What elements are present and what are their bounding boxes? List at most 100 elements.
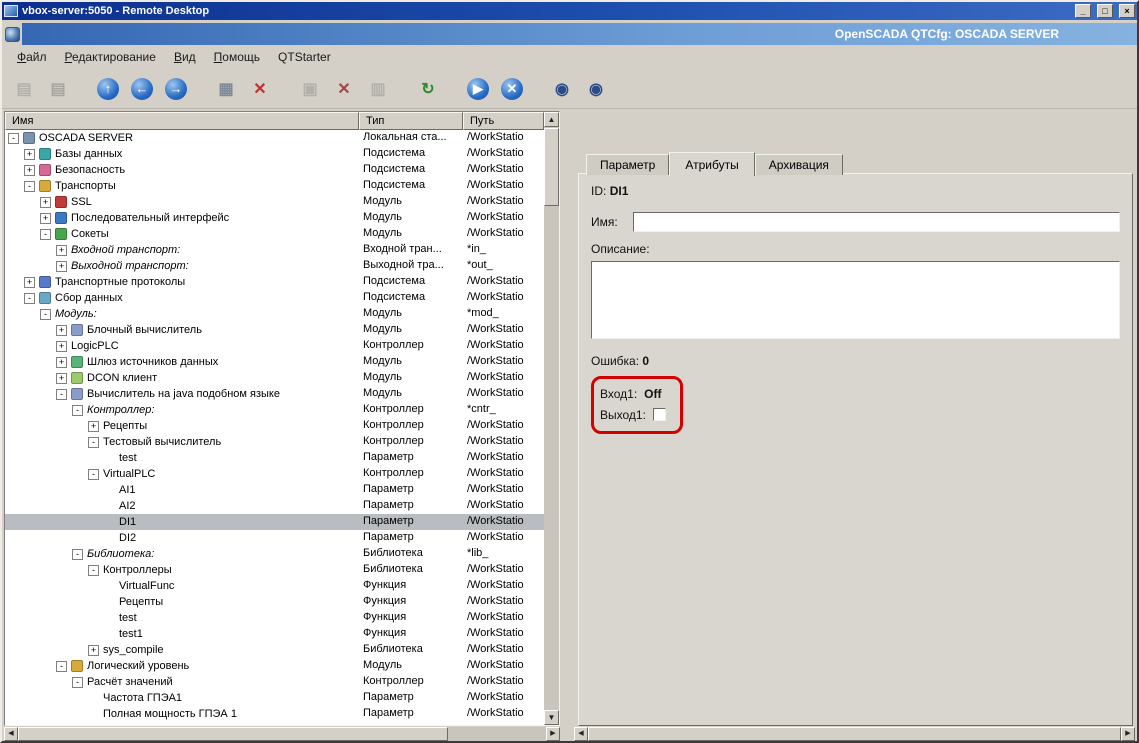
tree-row[interactable]: -Логический уровеньМодуль/WorkStatio xyxy=(5,658,544,674)
expand-icon[interactable]: + xyxy=(88,421,99,432)
tree-vertical-scrollbar[interactable]: ▲ ▼ xyxy=(544,112,559,725)
up-button[interactable]: ↑ xyxy=(94,75,122,103)
expand-icon[interactable]: + xyxy=(56,261,67,272)
tree-row[interactable]: +Блочный вычислительМодуль/WorkStatio xyxy=(5,322,544,338)
collapse-icon[interactable]: - xyxy=(24,181,35,192)
expand-icon[interactable]: + xyxy=(56,373,67,384)
stop-button[interactable]: ✕ xyxy=(498,75,526,103)
add-item-button[interactable]: ▦ xyxy=(212,75,240,103)
pane-splitter[interactable] xyxy=(560,111,574,726)
scroll-left-icon[interactable]: ◀ xyxy=(574,727,588,741)
tree-row[interactable]: -Модуль:Модуль*mod_ xyxy=(5,306,544,322)
tree-row[interactable]: +Транспортные протоколыПодсистема/WorkSt… xyxy=(5,274,544,290)
scroll-left-icon[interactable]: ◀ xyxy=(4,727,18,741)
name-input[interactable] xyxy=(633,212,1120,232)
outer-titlebar[interactable]: vbox-server:5050 - Remote Desktop _ □ × xyxy=(2,2,1137,20)
collapse-icon[interactable]: - xyxy=(56,661,67,672)
collapse-icon[interactable]: - xyxy=(72,549,83,560)
collapse-icon[interactable]: - xyxy=(88,565,99,576)
tree-row[interactable]: AI2Параметр/WorkStatio xyxy=(5,498,544,514)
tree-row[interactable]: РецептыФункция/WorkStatio xyxy=(5,594,544,610)
back-button[interactable]: ← xyxy=(128,75,156,103)
output1-checkbox[interactable] xyxy=(653,408,666,421)
collapse-icon[interactable]: - xyxy=(40,309,51,320)
collapse-icon[interactable]: - xyxy=(56,389,67,400)
tree-row[interactable]: +LogicPLCКонтроллер/WorkStatio xyxy=(5,338,544,354)
scroll-down-icon[interactable]: ▼ xyxy=(544,710,559,725)
tree-row[interactable]: -СокетыМодуль/WorkStatio xyxy=(5,226,544,242)
tab-archiving[interactable]: Архивация xyxy=(755,154,843,175)
collapse-icon[interactable]: - xyxy=(72,405,83,416)
tree-row[interactable]: +Шлюз источников данныхМодуль/WorkStatio xyxy=(5,354,544,370)
expand-icon[interactable]: + xyxy=(56,245,67,256)
tree-row[interactable]: Полная мощность ГПЭА 1Параметр/WorkStati… xyxy=(5,706,544,722)
minimize-button[interactable]: _ xyxy=(1075,4,1091,18)
expand-icon[interactable]: + xyxy=(56,325,67,336)
collapse-icon[interactable]: - xyxy=(88,437,99,448)
qtstarter-open-button[interactable]: ◉ xyxy=(548,75,576,103)
cut-button[interactable]: ✕ xyxy=(330,75,358,103)
tree-row[interactable]: -VirtualPLCКонтроллер/WorkStatio xyxy=(5,466,544,482)
tree-row[interactable]: +DCON клиентМодуль/WorkStatio xyxy=(5,370,544,386)
tree-row[interactable]: +РецептыКонтроллер/WorkStatio xyxy=(5,418,544,434)
tree-row[interactable]: testПараметр/WorkStatio xyxy=(5,450,544,466)
tree-row[interactable]: -Контроллер:Контроллер*cntr_ xyxy=(5,402,544,418)
tree-horizontal-scrollbar[interactable]: ◀ ▶ xyxy=(4,727,560,741)
tree-hscroll-thumb[interactable] xyxy=(18,727,448,741)
tree-row[interactable]: DI1Параметр/WorkStatio xyxy=(5,514,544,530)
tab-parameter[interactable]: Параметр xyxy=(586,154,669,175)
tree-row[interactable]: +Последовательный интерфейсМодуль/WorkSt… xyxy=(5,210,544,226)
expand-icon[interactable]: + xyxy=(56,341,67,352)
tree-row[interactable]: +БезопасностьПодсистема/WorkStatio xyxy=(5,162,544,178)
expand-icon[interactable]: + xyxy=(24,277,35,288)
detail-hscroll-thumb[interactable] xyxy=(588,727,1121,741)
tree-row[interactable]: +sys_compileБиблиотека/WorkStatio xyxy=(5,642,544,658)
expand-icon[interactable]: + xyxy=(24,149,35,160)
tree-row[interactable]: testФункция/WorkStatio xyxy=(5,610,544,626)
tree-vscroll-thumb[interactable] xyxy=(544,128,559,206)
tree-row[interactable]: -Расчёт значенийКонтроллер/WorkStatio xyxy=(5,674,544,690)
tree-row[interactable]: DI2Параметр/WorkStatio xyxy=(5,530,544,546)
maximize-button[interactable]: □ xyxy=(1097,4,1113,18)
collapse-icon[interactable]: - xyxy=(8,133,19,144)
tree-row[interactable]: +Входной транспорт:Входной тран...*in_ xyxy=(5,242,544,258)
column-header-name[interactable]: Имя xyxy=(5,112,359,130)
menu-item-file[interactable]: Файл xyxy=(8,46,56,68)
tree-row[interactable]: +Выходной транспорт:Выходной тра...*out_ xyxy=(5,258,544,274)
collapse-icon[interactable]: - xyxy=(88,469,99,480)
refresh-button[interactable]: ↻ xyxy=(414,75,442,103)
tree-row[interactable]: -ТранспортыПодсистема/WorkStatio xyxy=(5,178,544,194)
tree-row[interactable]: AI1Параметр/WorkStatio xyxy=(5,482,544,498)
expand-icon[interactable]: + xyxy=(40,213,51,224)
qtstarter-open2-button[interactable]: ◉ xyxy=(582,75,610,103)
column-header-path[interactable]: Путь xyxy=(463,112,544,130)
start-button[interactable]: ▶ xyxy=(464,75,492,103)
forward-button[interactable]: → xyxy=(162,75,190,103)
expand-icon[interactable]: + xyxy=(24,165,35,176)
delete-item-button[interactable]: ✕ xyxy=(246,75,274,103)
scroll-right-icon[interactable]: ▶ xyxy=(1121,727,1135,741)
scroll-up-icon[interactable]: ▲ xyxy=(544,112,559,127)
collapse-icon[interactable]: - xyxy=(72,677,83,688)
tree-row[interactable]: +SSLМодуль/WorkStatio xyxy=(5,194,544,210)
tree-row[interactable]: +Базы данныхПодсистема/WorkStatio xyxy=(5,146,544,162)
scroll-right-icon[interactable]: ▶ xyxy=(546,727,560,741)
tree-row[interactable]: VirtualFuncФункция/WorkStatio xyxy=(5,578,544,594)
expand-icon[interactable]: + xyxy=(88,645,99,656)
tree-row[interactable]: Частота ГПЭА1Параметр/WorkStatio xyxy=(5,690,544,706)
tree-row[interactable]: -Вычислитель на java подобном языкеМодул… xyxy=(5,386,544,402)
tree-row[interactable]: -Библиотека:Библиотека*lib_ xyxy=(5,546,544,562)
expand-icon[interactable]: + xyxy=(40,197,51,208)
tree-row[interactable]: test1Функция/WorkStatio xyxy=(5,626,544,642)
collapse-icon[interactable]: - xyxy=(24,293,35,304)
menu-item-help[interactable]: Помощь xyxy=(205,46,269,68)
tree-row[interactable]: -OSCADA SERVERЛокальная ста.../WorkStati… xyxy=(5,130,544,146)
detail-horizontal-scrollbar[interactable]: ◀ ▶ xyxy=(574,727,1135,741)
description-textarea[interactable] xyxy=(591,261,1120,339)
collapse-icon[interactable]: - xyxy=(40,229,51,240)
tree-row[interactable]: -КонтроллерыБиблиотека/WorkStatio xyxy=(5,562,544,578)
tree-row[interactable]: -Тестовый вычислительКонтроллер/WorkStat… xyxy=(5,434,544,450)
menu-item-qtstarter[interactable]: QTStarter xyxy=(269,46,340,68)
close-button[interactable]: × xyxy=(1119,4,1135,18)
tab-attributes[interactable]: Атрибуты xyxy=(669,152,754,176)
